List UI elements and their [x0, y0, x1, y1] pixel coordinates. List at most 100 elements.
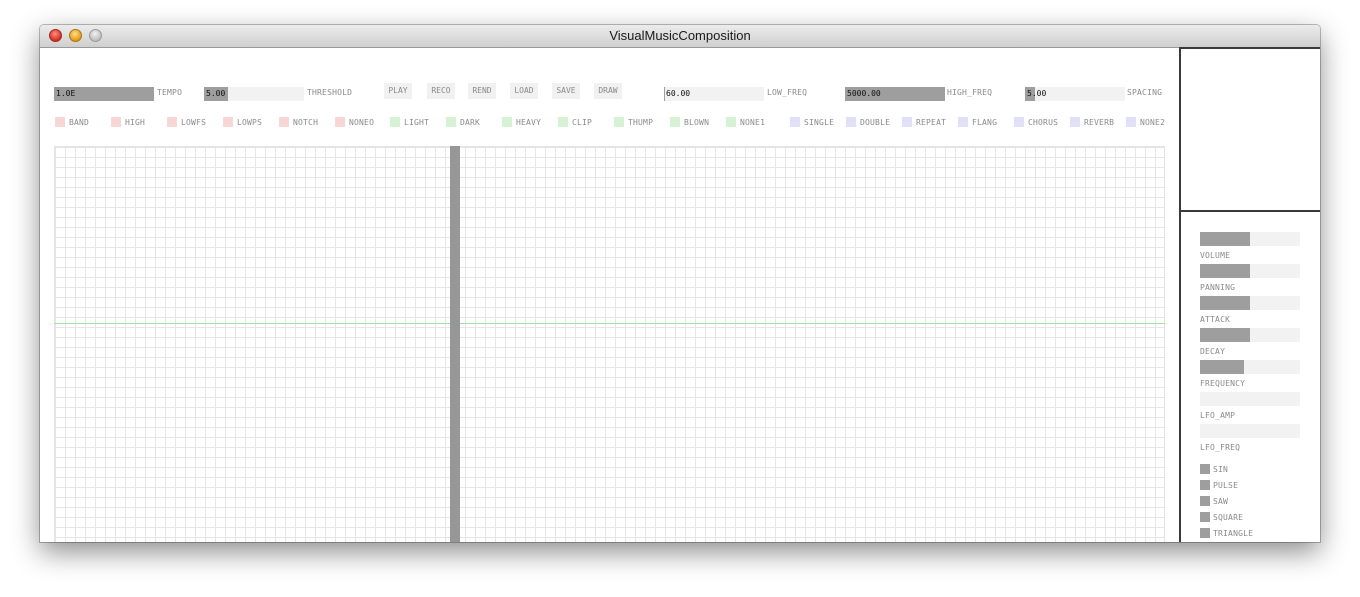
filter-toggle-box — [111, 117, 121, 127]
frequency-label: FREQUENCY — [1200, 379, 1246, 388]
tone-toggle-box — [446, 117, 456, 127]
effect-toggle-box — [1126, 117, 1136, 127]
effect-toggle-label: REPEAT — [916, 118, 947, 127]
threshold-value: 5.00 — [206, 89, 226, 98]
waveform-toggle-label: SIN — [1213, 465, 1229, 474]
panning-slider-fill — [1200, 264, 1250, 278]
lfo-amp-label: LFO_AMP — [1200, 411, 1236, 420]
low-freq-slider[interactable]: 60.00 — [664, 87, 764, 101]
render-button[interactable]: REND — [468, 83, 496, 99]
effect-toggle-box — [1070, 117, 1080, 127]
filter-toggle-label: LOWPS — [237, 118, 263, 127]
high-freq-label: HIGH_FREQ — [947, 88, 993, 97]
lfo-freq-slider[interactable] — [1200, 424, 1300, 438]
waveform-toggle-box — [1200, 512, 1210, 522]
lfo-freq-label: LFO_FREQ — [1200, 443, 1241, 452]
frequency-slider[interactable] — [1200, 360, 1300, 374]
spacing-slider[interactable]: 5.00 — [1025, 87, 1125, 101]
filter-toggle-box — [55, 117, 65, 127]
lfo-amp-slider[interactable] — [1200, 392, 1300, 406]
low-freq-value: 60.00 — [666, 89, 691, 98]
tone-toggle-box — [670, 117, 680, 127]
tone-toggle-label: THUMP — [628, 118, 654, 127]
volume-label: VOLUME — [1200, 251, 1231, 260]
waveform-toggle-box — [1200, 480, 1210, 490]
high-freq-value: 5000.00 — [847, 89, 881, 98]
main-content: 1.0E TEMPO 5.00 THRESHOLD PLAY RECO REND… — [40, 47, 1320, 542]
title-bar[interactable]: VisualMusicComposition — [40, 25, 1320, 48]
filter-toggle-box — [223, 117, 233, 127]
filter-toggle-box — [167, 117, 177, 127]
center-line — [54, 323, 1165, 324]
playhead[interactable] — [450, 146, 460, 542]
threshold-slider[interactable]: 5.00 — [204, 87, 304, 101]
volume-slider-fill — [1200, 232, 1250, 246]
waveform-toggle-label: TRIANGLE — [1213, 529, 1254, 538]
save-button[interactable]: SAVE — [552, 83, 580, 99]
panning-label: PANNING — [1200, 283, 1236, 292]
tempo-slider[interactable]: 1.0E — [54, 87, 154, 101]
volume-slider[interactable] — [1200, 232, 1300, 246]
frequency-slider-fill — [1200, 360, 1244, 374]
high-freq-slider[interactable]: 5000.00 — [845, 87, 945, 101]
tone-toggle-label: LIGHT — [404, 118, 430, 127]
composition-grid[interactable] — [54, 146, 1165, 542]
filter-toggle-label: NOTCH — [293, 118, 319, 127]
decay-slider-fill — [1200, 328, 1250, 342]
preview-divider — [1181, 210, 1320, 212]
tone-toggle-label: DARK — [460, 118, 481, 127]
attack-slider-fill — [1200, 296, 1250, 310]
filter-toggle-box — [335, 117, 345, 127]
filter-toggle-label: NONEO — [349, 118, 375, 127]
tone-toggle-box — [726, 117, 736, 127]
panning-slider[interactable] — [1200, 264, 1300, 278]
effect-toggle-label: DOUBLE — [860, 118, 891, 127]
effect-toggle-box — [958, 117, 968, 127]
waveform-toggle-box — [1200, 496, 1210, 506]
tone-toggle-label: BLOWN — [684, 118, 710, 127]
spacing-value: 5.00 — [1027, 89, 1047, 98]
effect-toggle-label: REVERB — [1084, 118, 1115, 127]
tempo-label: TEMPO — [157, 88, 183, 97]
waveform-toggle-label: SAW — [1213, 497, 1229, 506]
threshold-label: THRESHOLD — [307, 88, 353, 97]
decay-slider[interactable] — [1200, 328, 1300, 342]
waveform-toggle-label: PULSE — [1213, 481, 1239, 490]
tone-toggle-box — [614, 117, 624, 127]
tone-toggle-box — [390, 117, 400, 127]
attack-slider[interactable] — [1200, 296, 1300, 310]
filter-toggle-label: HIGH — [125, 118, 146, 127]
waveform-toggle-box — [1200, 528, 1210, 538]
record-button[interactable]: RECO — [427, 83, 455, 99]
effect-toggle-box — [1014, 117, 1024, 127]
draw-button[interactable]: DRAW — [594, 83, 622, 99]
load-button[interactable]: LOAD — [510, 83, 538, 99]
waveform-preview — [1181, 49, 1320, 210]
tempo-value: 1.0E — [56, 89, 76, 98]
tone-toggle-box — [558, 117, 568, 127]
tone-toggle-label: NONE1 — [740, 118, 766, 127]
low-freq-slider-fill — [664, 87, 665, 101]
filter-toggle-box — [279, 117, 289, 127]
filter-toggle-label: LOWFS — [181, 118, 207, 127]
effect-toggle-box — [846, 117, 856, 127]
tone-toggle-label: CLIP — [572, 118, 593, 127]
filter-toggle-label: BAND — [69, 118, 90, 127]
waveform-toggle-label: SQUARE — [1213, 513, 1244, 522]
tone-toggle-label: HEAVY — [516, 118, 542, 127]
decay-label: DECAY — [1200, 347, 1226, 356]
app-window: VisualMusicComposition 1.0E TEMPO 5.00 T… — [40, 25, 1320, 542]
attack-label: ATTACK — [1200, 315, 1231, 324]
effect-toggle-box — [790, 117, 800, 127]
waveform-toggle-box — [1200, 464, 1210, 474]
tone-toggle-box — [502, 117, 512, 127]
effect-toggle-label: CHORUS — [1028, 118, 1059, 127]
effect-toggle-label: SINGLE — [804, 118, 835, 127]
window-title: VisualMusicComposition — [609, 28, 751, 43]
low-freq-label: LOW_FREQ — [767, 88, 808, 97]
effect-toggle-box — [902, 117, 912, 127]
effect-toggle-label: NONE2 — [1140, 118, 1166, 127]
spacing-label: SPACING — [1127, 88, 1163, 97]
play-button[interactable]: PLAY — [384, 83, 412, 99]
effect-toggle-label: FLANG — [972, 118, 998, 127]
